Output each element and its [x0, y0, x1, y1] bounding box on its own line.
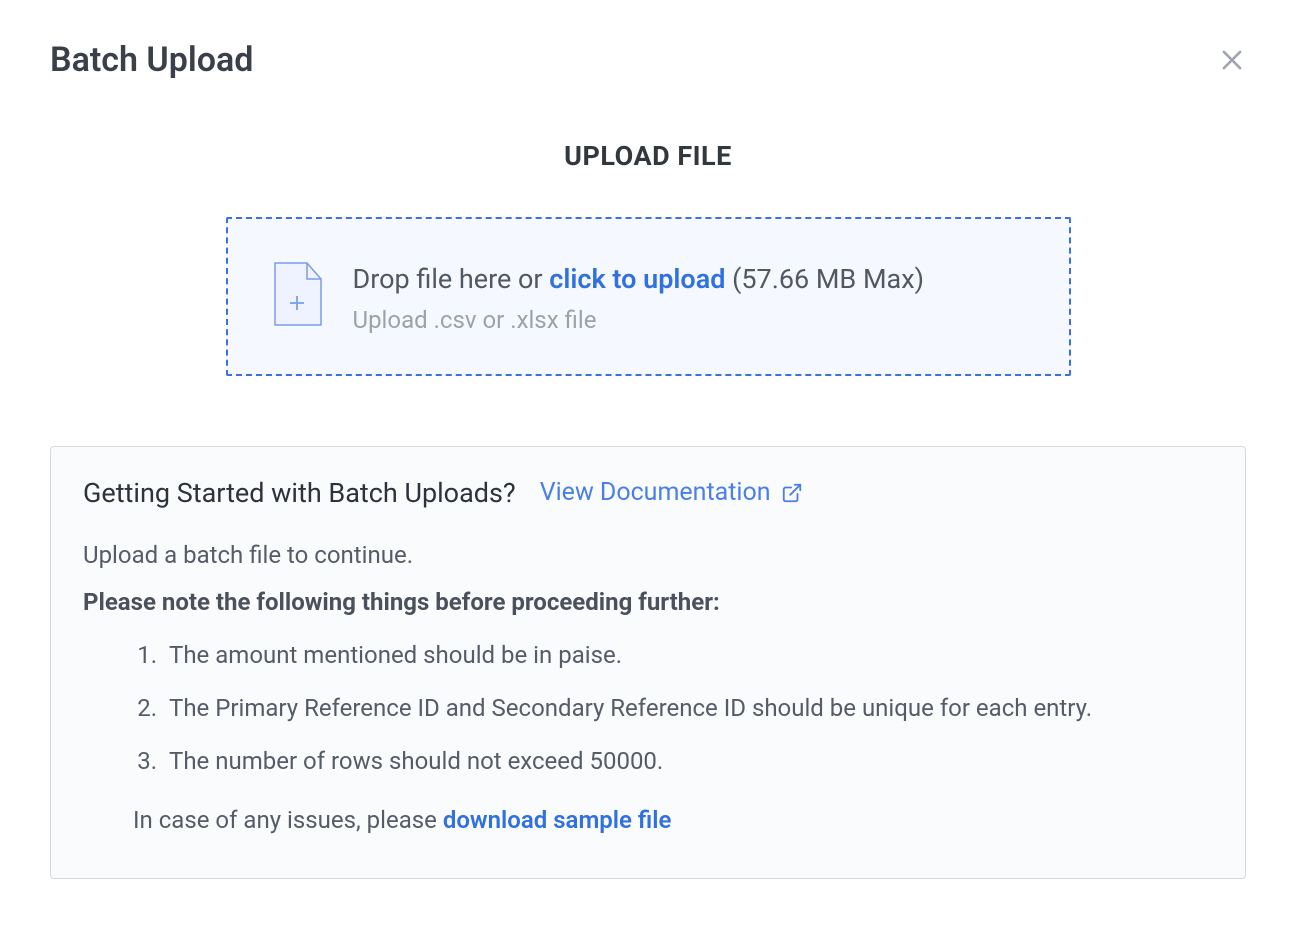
- dropzone-main-text: Drop file here or click to upload (57.66…: [353, 259, 1024, 300]
- doc-link-label: View Documentation: [540, 478, 771, 507]
- list-item: The number of rows should not exceed 500…: [163, 743, 1213, 780]
- upload-section: UPLOAD FILE Drop file here or click to u…: [50, 140, 1246, 376]
- list-item: The amount mentioned should be in paise.: [163, 637, 1213, 674]
- view-documentation-link[interactable]: View Documentation: [540, 478, 803, 507]
- info-title: Getting Started with Batch Uploads?: [83, 477, 516, 509]
- page-title: Batch Upload: [50, 40, 253, 80]
- info-panel: Getting Started with Batch Uploads? View…: [50, 446, 1246, 879]
- modal-header: Batch Upload: [50, 40, 1246, 80]
- external-link-icon: [781, 482, 803, 504]
- close-button[interactable]: [1218, 46, 1246, 74]
- drop-prefix: Drop file here or: [353, 263, 550, 295]
- download-sample-link[interactable]: download sample file: [443, 806, 672, 834]
- footer-prefix: In case of any issues, please: [133, 806, 443, 834]
- dropzone-hint: Upload .csv or .xlsx file: [353, 306, 1024, 334]
- upload-heading: UPLOAD FILE: [50, 140, 1246, 172]
- click-to-upload-link[interactable]: click to upload: [549, 263, 725, 295]
- dropzone-text: Drop file here or click to upload (57.66…: [353, 259, 1024, 334]
- info-note: Please note the following things before …: [83, 584, 1213, 621]
- drop-suffix: (57.66 MB Max): [725, 263, 924, 295]
- close-icon: [1218, 46, 1246, 74]
- info-body: Upload a batch file to continue. Please …: [83, 537, 1213, 840]
- info-footer: In case of any issues, please download s…: [83, 802, 1213, 839]
- file-dropzone[interactable]: Drop file here or click to upload (57.66…: [226, 217, 1071, 376]
- list-item: The Primary Reference ID and Secondary R…: [163, 690, 1213, 727]
- info-header: Getting Started with Batch Uploads? View…: [83, 477, 1213, 509]
- info-list: The amount mentioned should be in paise.…: [83, 637, 1213, 781]
- info-intro: Upload a batch file to continue.: [83, 537, 1213, 574]
- file-add-icon: [273, 261, 323, 331]
